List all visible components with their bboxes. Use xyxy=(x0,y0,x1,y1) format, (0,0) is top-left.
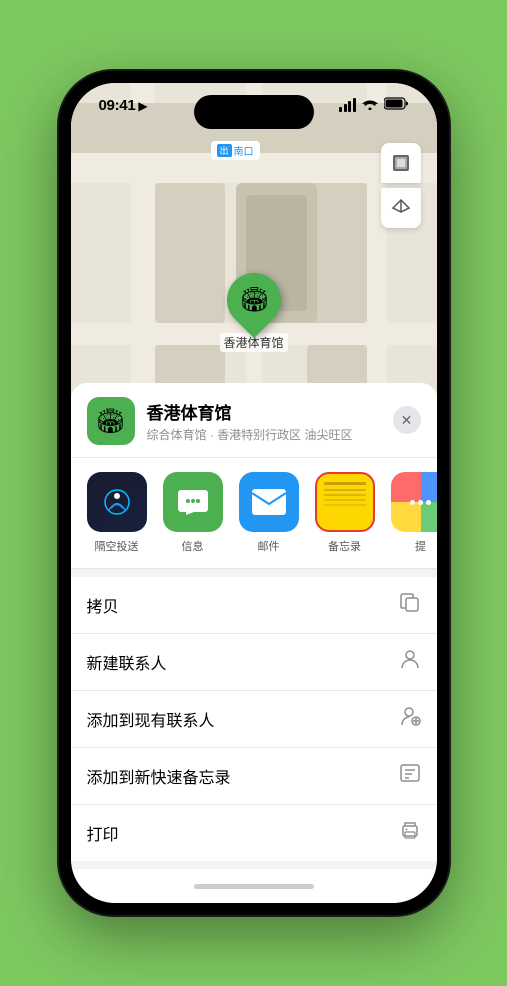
share-item-mail[interactable]: 邮件 xyxy=(239,472,299,554)
action-copy[interactable]: 拷贝 xyxy=(71,577,437,634)
print-icon xyxy=(399,819,421,847)
action-print-label: 打印 xyxy=(87,821,119,845)
phone-screen: 09:41 ▶ xyxy=(71,83,437,903)
action-quick-note-label: 添加到新快速备忘录 xyxy=(87,764,231,788)
airdrop-label: 隔空投送 xyxy=(95,538,139,554)
share-item-notes[interactable]: 备忘录 xyxy=(315,472,375,554)
action-add-contact[interactable]: 添加到现有联系人 xyxy=(71,691,437,748)
status-icons xyxy=(339,97,409,113)
dynamic-island xyxy=(194,95,314,129)
map-button-group xyxy=(381,143,421,228)
location-button[interactable] xyxy=(381,188,421,228)
home-indicator-bar xyxy=(194,884,314,889)
pin-stadium-icon: 🏟 xyxy=(238,286,268,315)
status-time: 09:41 xyxy=(99,97,136,114)
location-arrow-icon: ▶ xyxy=(138,99,147,113)
entrance-badge: 出 xyxy=(217,144,232,157)
mail-label: 邮件 xyxy=(258,538,280,554)
south-entrance-label: 出 南口 xyxy=(211,141,260,160)
messages-icon xyxy=(163,472,223,532)
messages-label: 信息 xyxy=(182,538,204,554)
share-item-messages[interactable]: 信息 xyxy=(163,472,223,554)
action-new-contact-label: 新建联系人 xyxy=(87,650,167,674)
notes-label: 备忘录 xyxy=(328,538,361,554)
action-quick-note[interactable]: 添加到新快速备忘录 xyxy=(71,748,437,805)
action-list: 拷贝 新建联系人 xyxy=(71,577,437,861)
copy-icon xyxy=(399,591,421,619)
wifi-icon xyxy=(362,97,378,113)
quick-note-icon xyxy=(399,762,421,790)
mail-icon xyxy=(239,472,299,532)
venue-detail: 综合体育馆 · 香港特别行政区 油尖旺区 xyxy=(147,426,421,443)
share-item-more[interactable]: 提 xyxy=(391,472,437,554)
share-item-airdrop[interactable]: 隔空投送 xyxy=(87,472,147,554)
action-print[interactable]: 打印 xyxy=(71,805,437,861)
stadium-pin[interactable]: 🏟 香港体育馆 xyxy=(219,273,287,352)
sheet-header: 🏟 香港体育馆 综合体育馆 · 香港特别行政区 油尖旺区 ✕ xyxy=(71,383,437,458)
bottom-sheet: 🏟 香港体育馆 综合体育馆 · 香港特别行政区 油尖旺区 ✕ xyxy=(71,383,437,903)
battery-icon xyxy=(384,97,409,113)
add-contact-icon xyxy=(399,705,421,733)
phone-frame: 09:41 ▶ xyxy=(59,71,449,915)
more-icon xyxy=(391,472,437,532)
signal-icon xyxy=(339,98,356,112)
venue-icon: 🏟 xyxy=(87,397,135,445)
action-new-contact[interactable]: 新建联系人 xyxy=(71,634,437,691)
close-button[interactable]: ✕ xyxy=(393,406,421,434)
action-copy-label: 拷贝 xyxy=(87,593,119,617)
venue-info: 香港体育馆 综合体育馆 · 香港特别行政区 油尖旺区 xyxy=(147,399,421,443)
action-add-contact-label: 添加到现有联系人 xyxy=(87,707,215,731)
airdrop-icon xyxy=(87,472,147,532)
map-layers-button[interactable] xyxy=(381,143,421,183)
venue-name: 香港体育馆 xyxy=(147,399,421,424)
new-contact-icon xyxy=(399,648,421,676)
pin-bubble: 🏟 xyxy=(215,262,291,338)
more-label: 提 xyxy=(415,538,426,554)
home-indicator xyxy=(71,869,437,903)
share-row: 隔空投送 信息 xyxy=(71,458,437,569)
notes-icon xyxy=(315,472,375,532)
